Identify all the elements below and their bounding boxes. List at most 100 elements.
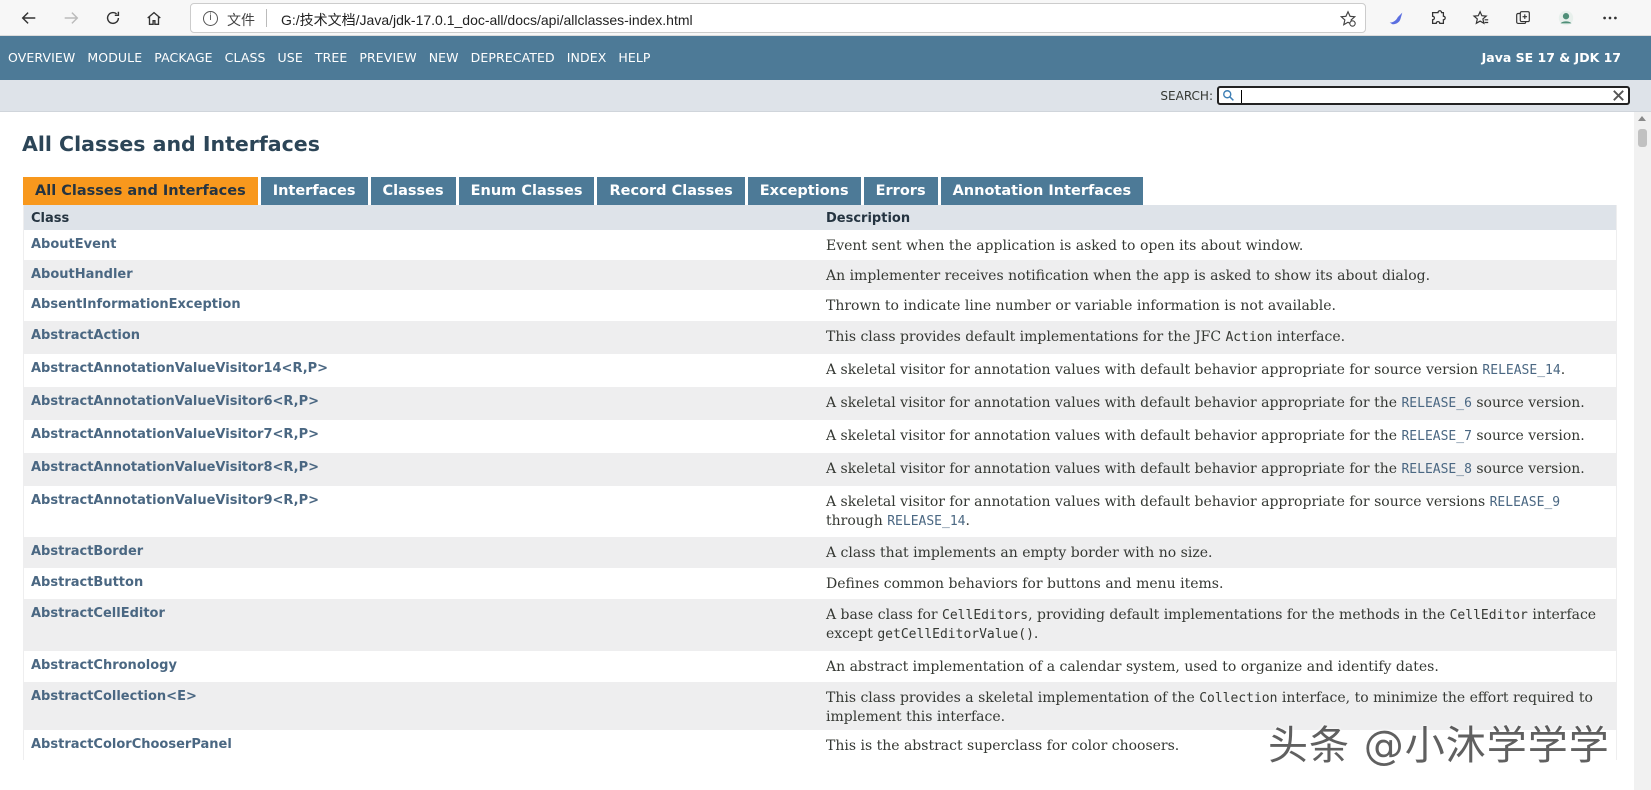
search-icon [1223, 90, 1234, 101]
description-text: A base class for [826, 607, 943, 623]
class-link[interactable]: AbstractCollection<E> [31, 689, 197, 704]
description-text: A skeletal visitor for annotation values… [826, 362, 1483, 378]
search-label: SEARCH: [1160, 89, 1213, 103]
forward-button[interactable] [56, 3, 86, 33]
class-link[interactable]: AbstractAnnotationValueVisitor8<R,P> [31, 460, 319, 475]
tab-annotation-interfaces[interactable]: Annotation Interfaces [940, 177, 1144, 205]
nav-link-overview[interactable]: OVERVIEW [8, 50, 75, 65]
page-scrollbar[interactable] [1634, 112, 1651, 790]
class-link[interactable]: AbstractButton [31, 575, 143, 590]
tab-enum-classes[interactable]: Enum Classes [458, 177, 595, 205]
extension-bird-button[interactable] [1383, 5, 1409, 31]
search-input[interactable] [1217, 86, 1630, 105]
description-text: Thrown to indicate line number or variab… [826, 298, 1336, 314]
favorites-button[interactable] [1468, 5, 1494, 31]
nav-link-module[interactable]: MODULE [87, 50, 142, 65]
description-code-link[interactable]: RELEASE_6 [1401, 396, 1471, 411]
address-separator [266, 9, 267, 27]
table-row: AbstractAnnotationValueVisitor9<R,P> A sk… [24, 486, 1616, 537]
class-link[interactable]: AbstractChronology [31, 658, 177, 673]
class-description: Defines common behaviors for buttons and… [826, 575, 1606, 594]
description-code-link[interactable]: RELEASE_14 [887, 514, 965, 529]
address-url[interactable]: G:/技术文档/Java/jdk-17.0.1_doc-all/docs/api… [281, 10, 693, 30]
description-code: Collection [1199, 691, 1278, 706]
nav-link-new[interactable]: NEW [429, 50, 459, 65]
tab-all-classes-and-interfaces[interactable]: All Classes and Interfaces [23, 177, 258, 205]
back-button[interactable] [14, 3, 44, 33]
description-code-link[interactable]: RELEASE_9 [1490, 495, 1560, 510]
description-code: CellEditors [942, 608, 1029, 623]
tab-classes[interactable]: Classes [370, 177, 456, 205]
watermark: 头条 @小沐学学学 [1268, 723, 1610, 769]
description-text: Defines common behaviors for buttons and… [826, 576, 1224, 592]
class-description: Event sent when the application is asked… [826, 237, 1606, 256]
description-text: source version. [1471, 395, 1585, 411]
info-icon[interactable]: i [203, 11, 218, 26]
table-row: AbstractButton Defines common behaviors f… [24, 568, 1616, 599]
address-bar[interactable]: i 文件 G:/技术文档/Java/jdk-17.0.1_doc-all/doc… [190, 3, 1366, 33]
table-header: Class Description [24, 205, 1616, 230]
scroll-thumb[interactable] [1638, 129, 1647, 147]
reload-button[interactable] [98, 3, 128, 33]
description-text: This class provides default implementati… [826, 329, 1226, 345]
nav-link-index[interactable]: INDEX [567, 50, 607, 65]
home-button[interactable] [139, 3, 169, 33]
class-link[interactable]: AbstractAnnotationValueVisitor14<R,P> [31, 361, 328, 376]
tab-record-classes[interactable]: Record Classes [597, 177, 745, 205]
scroll-up-arrow[interactable] [1638, 116, 1646, 121]
column-header-description: Description [826, 211, 911, 226]
nav-link-class[interactable]: CLASS [225, 50, 266, 65]
clear-search-icon[interactable] [1611, 88, 1626, 103]
class-link[interactable]: AbstractAnnotationValueVisitor7<R,P> [31, 427, 319, 442]
nav-link-help[interactable]: HELP [618, 50, 650, 65]
table-row: AbstractChronology An abstract implementa… [24, 651, 1616, 682]
add-favorite-icon[interactable] [1339, 10, 1357, 28]
bird-icon [1389, 12, 1403, 25]
description-text: An implementer receives notification whe… [826, 268, 1431, 284]
description-text: A skeletal visitor for annotation values… [826, 461, 1402, 477]
puzzle-icon [1431, 10, 1446, 25]
table-row: AbstractAnnotationValueVisitor6<R,P> A sk… [24, 387, 1616, 420]
class-description: A skeletal visitor for annotation values… [826, 394, 1606, 413]
description-code: CellEditor [1449, 608, 1528, 623]
class-description: An implementer receives notification whe… [826, 267, 1606, 286]
nav-link-deprecated[interactable]: DEPRECATED [471, 50, 555, 65]
class-link[interactable]: AbstractAction [31, 328, 140, 343]
nav-link-use[interactable]: USE [278, 50, 303, 65]
description-text: Event sent when the application is asked… [826, 238, 1304, 254]
class-link[interactable]: AboutHandler [31, 267, 133, 282]
settings-more-button[interactable] [1597, 5, 1623, 31]
table-row: AbstractAnnotationValueVisitor14<R,P> A s… [24, 354, 1616, 387]
description-text: A class that implements an empty border … [826, 545, 1213, 561]
description-text: source version. [1471, 428, 1585, 444]
description-code-link[interactable]: RELEASE_8 [1401, 462, 1471, 477]
description-text: An abstract implementation of a calendar… [826, 659, 1439, 675]
class-link[interactable]: AbsentInformationException [31, 297, 241, 312]
table-row: AboutHandler An implementer receives noti… [24, 260, 1616, 290]
tab-errors[interactable]: Errors [863, 177, 938, 205]
profile-button[interactable] [1553, 5, 1579, 31]
class-link[interactable]: AbstractColorChooserPanel [31, 737, 232, 752]
arrow-left-icon [21, 12, 36, 24]
class-link[interactable]: AbstractAnnotationValueVisitor6<R,P> [31, 394, 319, 409]
description-text: This is the abstract superclass for colo… [826, 738, 1180, 754]
description-text: interface. [1272, 329, 1346, 345]
description-code: Action [1225, 330, 1273, 345]
description-text: A skeletal visitor for annotation values… [826, 395, 1402, 411]
description-text: . [965, 513, 970, 529]
nav-link-tree[interactable]: TREE [315, 50, 348, 65]
extensions-button[interactable] [1425, 5, 1451, 31]
description-code-link[interactable]: RELEASE_7 [1401, 429, 1471, 444]
class-link[interactable]: AbstractCellEditor [31, 606, 165, 621]
text-caret [1241, 90, 1242, 103]
table-row: AbstractBorder A class that implements an… [24, 537, 1616, 568]
tab-interfaces[interactable]: Interfaces [260, 177, 368, 205]
collections-button[interactable] [1510, 5, 1536, 31]
description-code-link[interactable]: RELEASE_14 [1482, 363, 1560, 378]
tab-exceptions[interactable]: Exceptions [747, 177, 861, 205]
nav-link-preview[interactable]: PREVIEW [359, 50, 416, 65]
class-link[interactable]: AboutEvent [31, 237, 116, 252]
class-link[interactable]: AbstractBorder [31, 544, 143, 559]
class-link[interactable]: AbstractAnnotationValueVisitor9<R,P> [31, 493, 319, 508]
nav-link-package[interactable]: PACKAGE [154, 50, 212, 65]
